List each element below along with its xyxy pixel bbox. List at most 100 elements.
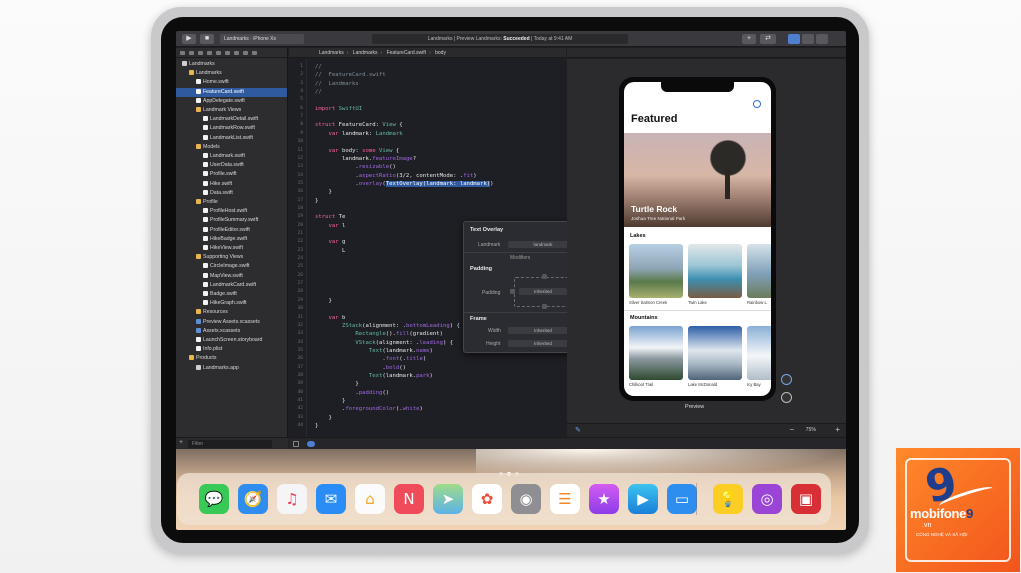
itunes-store-app-icon[interactable]: ★ xyxy=(589,484,619,514)
feature-card[interactable]: Turtle Rock Joshua Tree National Park xyxy=(624,133,771,234)
navigator-item[interactable]: Home.swift xyxy=(176,78,287,87)
lake-card[interactable] xyxy=(629,244,683,298)
navigator-item[interactable]: ProfileEditor.swift xyxy=(176,226,287,235)
photo-booth-app-icon[interactable]: ▣ xyxy=(791,484,821,514)
tips-app-icon[interactable]: 💡 xyxy=(713,484,743,514)
crumb-symbol[interactable]: body xyxy=(435,50,446,56)
code-line[interactable]: } xyxy=(315,422,318,430)
zoom-out-icon[interactable]: − xyxy=(789,425,794,434)
camera-app-icon[interactable]: ◉ xyxy=(511,484,541,514)
news-app-icon[interactable]: N xyxy=(394,484,424,514)
navigator-item[interactable]: HikeBadge.swift xyxy=(176,235,287,244)
inspect-button[interactable] xyxy=(781,392,792,403)
navigator-item[interactable]: Preview Assets.xcassets xyxy=(176,318,287,327)
code-line[interactable]: // xyxy=(315,63,322,71)
issue-icon[interactable] xyxy=(216,51,221,55)
navigator-item[interactable]: Supporting Views xyxy=(176,253,287,262)
navigator-item[interactable]: FeatureCard.swift xyxy=(176,87,287,97)
lake-card[interactable] xyxy=(747,244,771,298)
navigator-item[interactable]: Resources xyxy=(176,308,287,317)
navigator-item[interactable]: MapView.swift xyxy=(176,272,287,281)
crumb-group[interactable]: Landmarks xyxy=(353,50,378,56)
navigator-item[interactable]: ProfileSummary.swift xyxy=(176,216,287,225)
navigator-item[interactable]: UserData.swift xyxy=(176,161,287,170)
navigator-item[interactable]: ProfileHost.swift xyxy=(176,207,287,216)
code-line[interactable]: var g xyxy=(315,238,345,246)
clips-app-icon[interactable]: ▶ xyxy=(628,484,658,514)
code-line[interactable]: } xyxy=(315,380,358,388)
navigator-item[interactable]: Landmarks xyxy=(176,60,287,69)
code-line[interactable]: landmark.featureImage? xyxy=(315,155,416,163)
code-line[interactable]: } xyxy=(315,414,331,422)
code-line[interactable]: .resizable() xyxy=(315,163,395,171)
navigator-item[interactable]: HikeGraph.swift xyxy=(176,299,287,308)
code-line[interactable]: ZStack(alignment: .bottomLeading) { xyxy=(315,322,460,330)
files-app-icon[interactable]: ▭ xyxy=(667,484,697,514)
padding-field[interactable]: Inherited xyxy=(519,288,567,295)
navigator-toggle[interactable] xyxy=(788,34,800,44)
breakpoints-icon[interactable] xyxy=(307,441,315,447)
code-line[interactable]: Rectangle().fill(gradient) xyxy=(315,330,443,338)
code-line[interactable]: // xyxy=(315,88,322,96)
pin-icon[interactable]: ✎ xyxy=(575,426,581,434)
code-line[interactable]: // FeatureCard.swift xyxy=(315,71,386,79)
stop-button[interactable]: ■ xyxy=(200,34,214,44)
code-line[interactable]: VStack(alignment: .leading) { xyxy=(315,339,453,347)
hide-debug-icon[interactable] xyxy=(293,441,299,447)
live-preview-button[interactable] xyxy=(781,374,792,385)
navigator-item[interactable]: Landmarks xyxy=(176,69,287,78)
navigator-item[interactable]: LandmarkList.swift xyxy=(176,134,287,143)
crumb-project[interactable]: Landmarks xyxy=(319,50,344,56)
navigator-item[interactable]: LandmarkDetail.swift xyxy=(176,115,287,124)
scheme-selector[interactable]: Landmarks › iPhone Xs xyxy=(220,34,304,44)
add-icon[interactable]: + xyxy=(179,439,183,446)
navigator-item[interactable]: Models xyxy=(176,143,287,152)
code-line[interactable]: } xyxy=(315,197,318,205)
navigator-item[interactable]: LandmarkCard.swift xyxy=(176,281,287,290)
breakpoint-icon[interactable] xyxy=(243,51,248,55)
code-line[interactable]: struct Te xyxy=(315,213,345,221)
debug-toggle[interactable] xyxy=(802,34,814,44)
code-line[interactable]: import SwiftUI xyxy=(315,105,362,113)
messages-app-icon[interactable]: 💬 xyxy=(199,484,229,514)
code-line[interactable]: .bold() xyxy=(315,364,406,372)
home-app-icon[interactable]: ⌂ xyxy=(355,484,385,514)
navigator-item[interactable]: LandmarkRow.swift xyxy=(176,124,287,133)
code-line[interactable]: var b xyxy=(315,314,345,322)
music-app-icon[interactable]: ♫ xyxy=(277,484,307,514)
code-line[interactable]: L xyxy=(315,247,345,255)
folder-icon[interactable] xyxy=(180,51,185,55)
navigator-item[interactable]: Profile xyxy=(176,198,287,207)
navigator-item[interactable]: CircleImage.swift xyxy=(176,262,287,271)
navigator-item[interactable]: HikeView.swift xyxy=(176,244,287,253)
profile-icon[interactable] xyxy=(753,100,761,108)
navigator-item[interactable]: Badge.swift xyxy=(176,290,287,299)
source-control-icon[interactable] xyxy=(189,51,194,55)
code-line[interactable]: // Landmarks xyxy=(315,80,359,88)
navigator-item[interactable]: Landmark Views xyxy=(176,106,287,115)
navigator-item[interactable]: Assets.xcassets xyxy=(176,327,287,336)
code-line[interactable]: .aspectRatio(3/2, contentMode: .fit) xyxy=(315,172,476,180)
reminders-app-icon[interactable]: ☰ xyxy=(550,484,580,514)
code-line[interactable]: } xyxy=(315,397,345,405)
navigator-item[interactable]: Landmarks.app xyxy=(176,364,287,373)
padding-leading-checkbox[interactable] xyxy=(510,289,515,294)
source-editor[interactable]: 1 2 3 4 5 6 7 8 9 10 11 12 13 14 15 16 17 18 19 20 21 22 23 24 2… xyxy=(289,59,587,437)
review-button[interactable]: ⇄ xyxy=(760,34,776,44)
inspector-toggle[interactable] xyxy=(816,34,828,44)
code-line[interactable]: Text(landmark.name) xyxy=(315,347,433,355)
padding-top-checkbox[interactable] xyxy=(542,274,547,279)
code-line[interactable]: } xyxy=(315,188,331,196)
padding-bottom-checkbox[interactable] xyxy=(542,304,547,309)
navigator-item[interactable]: Landmark.swift xyxy=(176,152,287,161)
symbol-icon[interactable] xyxy=(198,51,203,55)
test-icon[interactable] xyxy=(225,51,230,55)
library-button[interactable]: + xyxy=(742,34,756,44)
maps-app-icon[interactable]: ➤ xyxy=(433,484,463,514)
code-line[interactable]: var body: some View { xyxy=(315,147,399,155)
code-line[interactable]: .overlay(TextOverlay(landmark: landmark)… xyxy=(315,180,494,188)
navigator-item[interactable]: Products xyxy=(176,354,287,363)
navigator-item[interactable]: Profile.swift xyxy=(176,170,287,179)
crumb-file[interactable]: FeatureCard.swift xyxy=(387,50,426,56)
code-line[interactable]: Text(landmark.park) xyxy=(315,372,433,380)
